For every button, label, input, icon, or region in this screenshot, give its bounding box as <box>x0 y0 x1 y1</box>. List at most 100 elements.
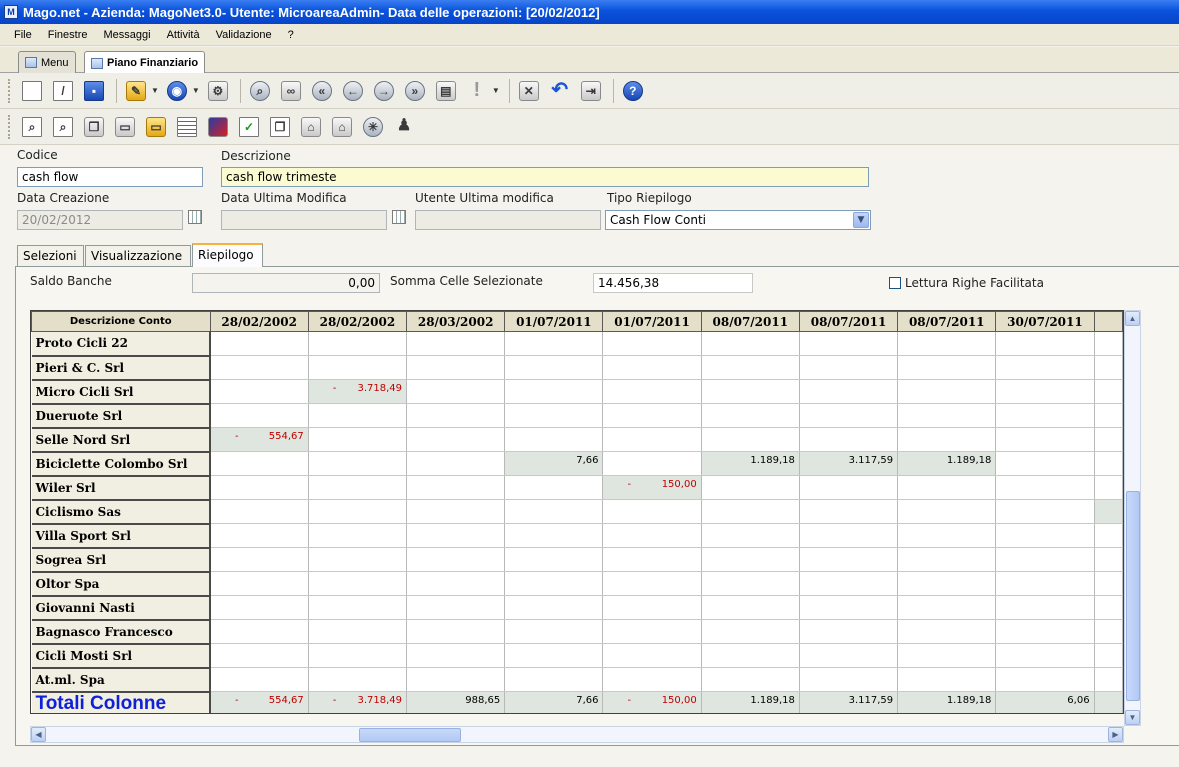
find-button[interactable]: ⌕ <box>246 78 274 104</box>
grid-cell[interactable] <box>210 571 309 596</box>
open-folder-button[interactable]: ▭ <box>142 114 170 140</box>
grid-cell[interactable] <box>995 427 1095 452</box>
grid-cell[interactable] <box>210 595 309 620</box>
column-header-descrizione[interactable]: Descrizione Conto <box>31 311 211 332</box>
grid-cell[interactable] <box>799 331 899 356</box>
grid-cell[interactable] <box>701 523 800 548</box>
grid-cell[interactable] <box>504 427 604 452</box>
grid-cell[interactable] <box>701 355 800 380</box>
grid-cell[interactable]: - 150,00 <box>602 475 702 500</box>
exit-button[interactable]: ⇥ <box>577 78 605 104</box>
grid-cell[interactable] <box>701 331 800 356</box>
table-row[interactable]: Cicli Mosti Srl <box>31 643 1123 669</box>
grid-cell[interactable] <box>602 523 702 548</box>
row-header-conto[interactable]: Selle Nord Srl <box>31 427 212 453</box>
save-button[interactable]: ▪ <box>80 78 108 104</box>
horizontal-scroll-thumb[interactable] <box>359 728 461 742</box>
grid-cell[interactable] <box>406 427 506 452</box>
table-row[interactable]: Sogrea Srl <box>31 547 1123 573</box>
table-row[interactable]: Biciclette Colombo Srl 7,66 1.189,18 3.117,… <box>31 451 1123 477</box>
grid-cell[interactable] <box>308 571 408 596</box>
row-header-conto[interactable]: Micro Cicli Srl <box>31 379 212 405</box>
cancel-button[interactable]: ✕ <box>515 78 543 104</box>
exclamation-button[interactable]: ! <box>463 78 491 104</box>
grid-cell[interactable] <box>995 499 1095 524</box>
row-header-conto[interactable]: Giovanni Nasti <box>31 595 212 621</box>
new-button[interactable] <box>18 78 46 104</box>
row-header-conto[interactable]: Villa Sport Srl <box>31 523 212 549</box>
grid-cell[interactable] <box>602 619 702 644</box>
last-record-button[interactable]: » <box>401 78 429 104</box>
grid-cell[interactable] <box>210 379 309 404</box>
doc-tab-menu[interactable]: Menu <box>18 51 76 73</box>
grid-cell[interactable] <box>504 355 604 380</box>
grid-cell[interactable] <box>602 499 702 524</box>
grid-cell[interactable] <box>701 595 800 620</box>
total-cell[interactable]: - 3.718,49 <box>308 691 408 713</box>
data-creazione-field[interactable]: 20/02/2012 <box>17 210 183 230</box>
grid-cell[interactable] <box>799 403 899 428</box>
table-row[interactable]: Wiler Srl - 150,00 <box>31 475 1123 501</box>
grid-cell[interactable] <box>308 403 408 428</box>
grid-cell[interactable] <box>701 475 800 500</box>
grid-cell[interactable] <box>308 427 408 452</box>
grid-cell[interactable] <box>406 547 506 572</box>
grid-cell[interactable] <box>701 427 800 452</box>
grid-cell[interactable] <box>210 499 309 524</box>
table-row[interactable]: Selle Nord Srl - 554,67 <box>31 427 1123 453</box>
table-row[interactable]: Oltor Spa <box>31 571 1123 597</box>
grid-cell[interactable] <box>602 571 702 596</box>
grid-cell[interactable]: 7,66 <box>504 451 604 476</box>
total-cell[interactable]: - 150,00 <box>602 691 702 713</box>
column-header-date[interactable]: 01/07/2011 <box>602 311 702 332</box>
table-row[interactable]: Proto Cicli 22 <box>31 331 1123 357</box>
grid-cell[interactable]: - 554,67 <box>210 427 309 452</box>
grid-cell[interactable] <box>210 643 309 668</box>
column-header-date[interactable]: 28/02/2002 <box>307 311 408 332</box>
grid-cell[interactable] <box>701 643 800 668</box>
grid-cell[interactable]: 1.189,18 <box>701 451 800 476</box>
tab-selezioni[interactable]: Selezioni <box>17 245 84 266</box>
dropdown-arrow-icon[interactable]: ▼ <box>492 86 500 95</box>
grid-cell[interactable] <box>995 619 1095 644</box>
grid-cell[interactable] <box>504 475 604 500</box>
grid-cell[interactable] <box>210 403 309 428</box>
grid-cell[interactable] <box>995 331 1095 356</box>
grid-cell[interactable] <box>308 355 408 380</box>
menu-attivita[interactable]: Attività <box>159 29 208 41</box>
grid-cell[interactable] <box>308 331 408 356</box>
grid-cell[interactable] <box>406 475 506 500</box>
column-header-date[interactable]: 08/07/2011 <box>798 311 899 332</box>
grid-cell[interactable] <box>799 643 899 668</box>
toolbar-grip[interactable] <box>8 114 12 139</box>
column-header-date[interactable]: 08/07/2011 <box>700 311 800 332</box>
total-cell[interactable]: 1.189,18 <box>897 691 997 713</box>
grid-cell[interactable] <box>995 475 1095 500</box>
grid-cell[interactable] <box>504 619 604 644</box>
next-record-button[interactable]: → <box>370 78 398 104</box>
grid-cell[interactable] <box>504 523 604 548</box>
grid-cell[interactable] <box>799 571 899 596</box>
grid-cell[interactable] <box>308 451 408 476</box>
grid-cell[interactable] <box>308 499 408 524</box>
grid-cell[interactable] <box>799 499 899 524</box>
grid-cell[interactable] <box>897 595 997 620</box>
grid-cell[interactable] <box>701 499 800 524</box>
total-cell[interactable]: 988,65 <box>406 691 506 713</box>
codice-field[interactable]: cash flow <box>17 167 203 187</box>
row-header-conto[interactable]: Ciclismo Sas <box>31 499 212 525</box>
grid-cell[interactable] <box>799 595 899 620</box>
grid-cell[interactable] <box>406 403 506 428</box>
grid-cell[interactable] <box>308 619 408 644</box>
table-button[interactable] <box>173 114 201 140</box>
grid-cell[interactable] <box>210 331 309 356</box>
grid-cell[interactable] <box>995 547 1095 572</box>
grid-cell[interactable]: - 3.718,49 <box>308 379 408 404</box>
table-row[interactable]: Pieri & C. Srl <box>31 355 1123 381</box>
column-header-date[interactable]: 28/03/2002 <box>406 311 506 332</box>
doc-tab-piano-finanziario[interactable]: Piano Finanziario <box>84 51 206 74</box>
menu-messaggi[interactable]: Messaggi <box>95 29 158 41</box>
grid-cell[interactable] <box>406 499 506 524</box>
grid-cell[interactable] <box>897 523 997 548</box>
grid-cell[interactable] <box>602 643 702 668</box>
